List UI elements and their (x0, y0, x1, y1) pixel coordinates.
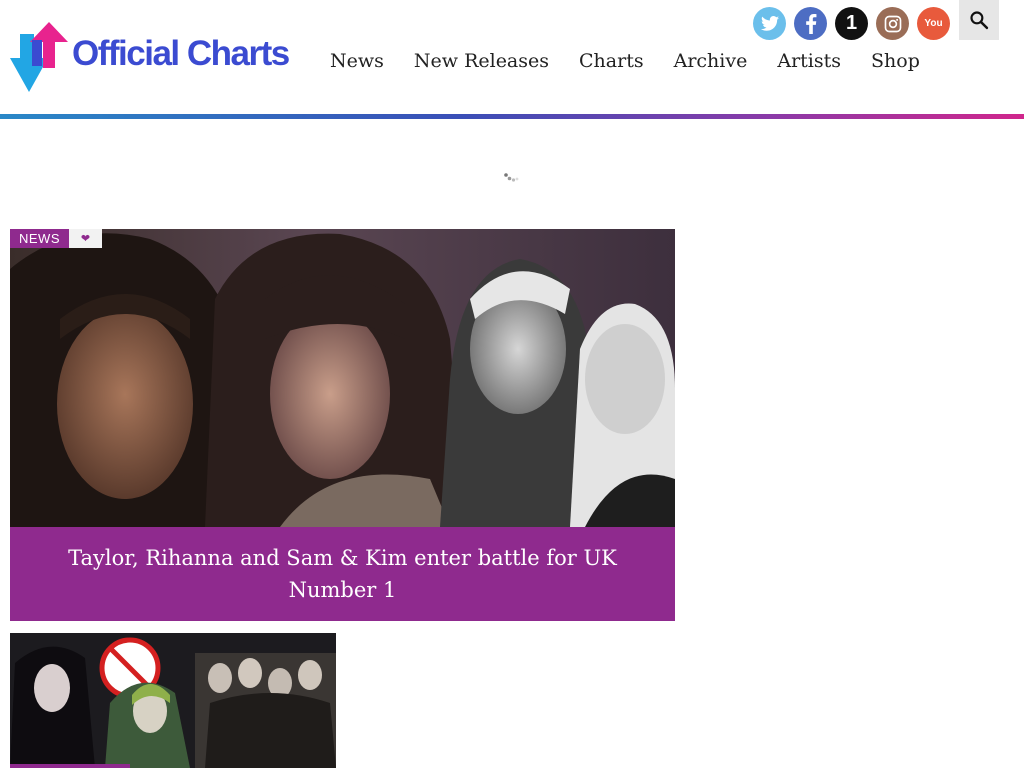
tag-label: NEWS (10, 229, 69, 248)
logo-down-arrow (10, 34, 48, 92)
twitter-icon[interactable] (753, 7, 786, 40)
hero-headline[interactable]: Taylor, Rihanna and Sam & Kim enter batt… (10, 527, 675, 621)
search-button[interactable] (959, 0, 999, 40)
instagram-icon[interactable] (876, 7, 909, 40)
main-nav: News New Releases Charts Archive Artists… (330, 47, 950, 75)
card-tag-bar (10, 764, 130, 768)
hero-article[interactable]: Taylor, Rihanna and Sam & Kim enter batt… (10, 229, 675, 621)
search-icon (970, 11, 989, 30)
youtube-icon[interactable]: You (917, 7, 950, 40)
hero-image[interactable] (10, 229, 675, 527)
nav-new-releases[interactable]: New Releases (414, 47, 549, 75)
one-glyph: 1 (845, 12, 858, 34)
nav-shop[interactable]: Shop (871, 47, 920, 75)
official-charts-1-icon[interactable]: 1 (835, 7, 868, 40)
logo-text[interactable]: Official Charts (72, 32, 290, 76)
nav-archive[interactable]: Archive (674, 47, 748, 75)
nav-artists[interactable]: Artists (777, 47, 841, 75)
nav-charts[interactable]: Charts (579, 47, 644, 75)
article-card-image[interactable] (10, 633, 336, 768)
social-links: 1 You (753, 7, 958, 40)
nav-news[interactable]: News (330, 47, 384, 75)
facebook-icon[interactable] (794, 7, 827, 40)
heart-icon[interactable]: ❤ (69, 229, 102, 248)
header-gradient-bar (0, 114, 1024, 119)
article-tag[interactable]: NEWS ❤ (10, 229, 102, 248)
loading-spinner-icon (504, 173, 519, 182)
youtube-glyph: You (924, 18, 943, 29)
